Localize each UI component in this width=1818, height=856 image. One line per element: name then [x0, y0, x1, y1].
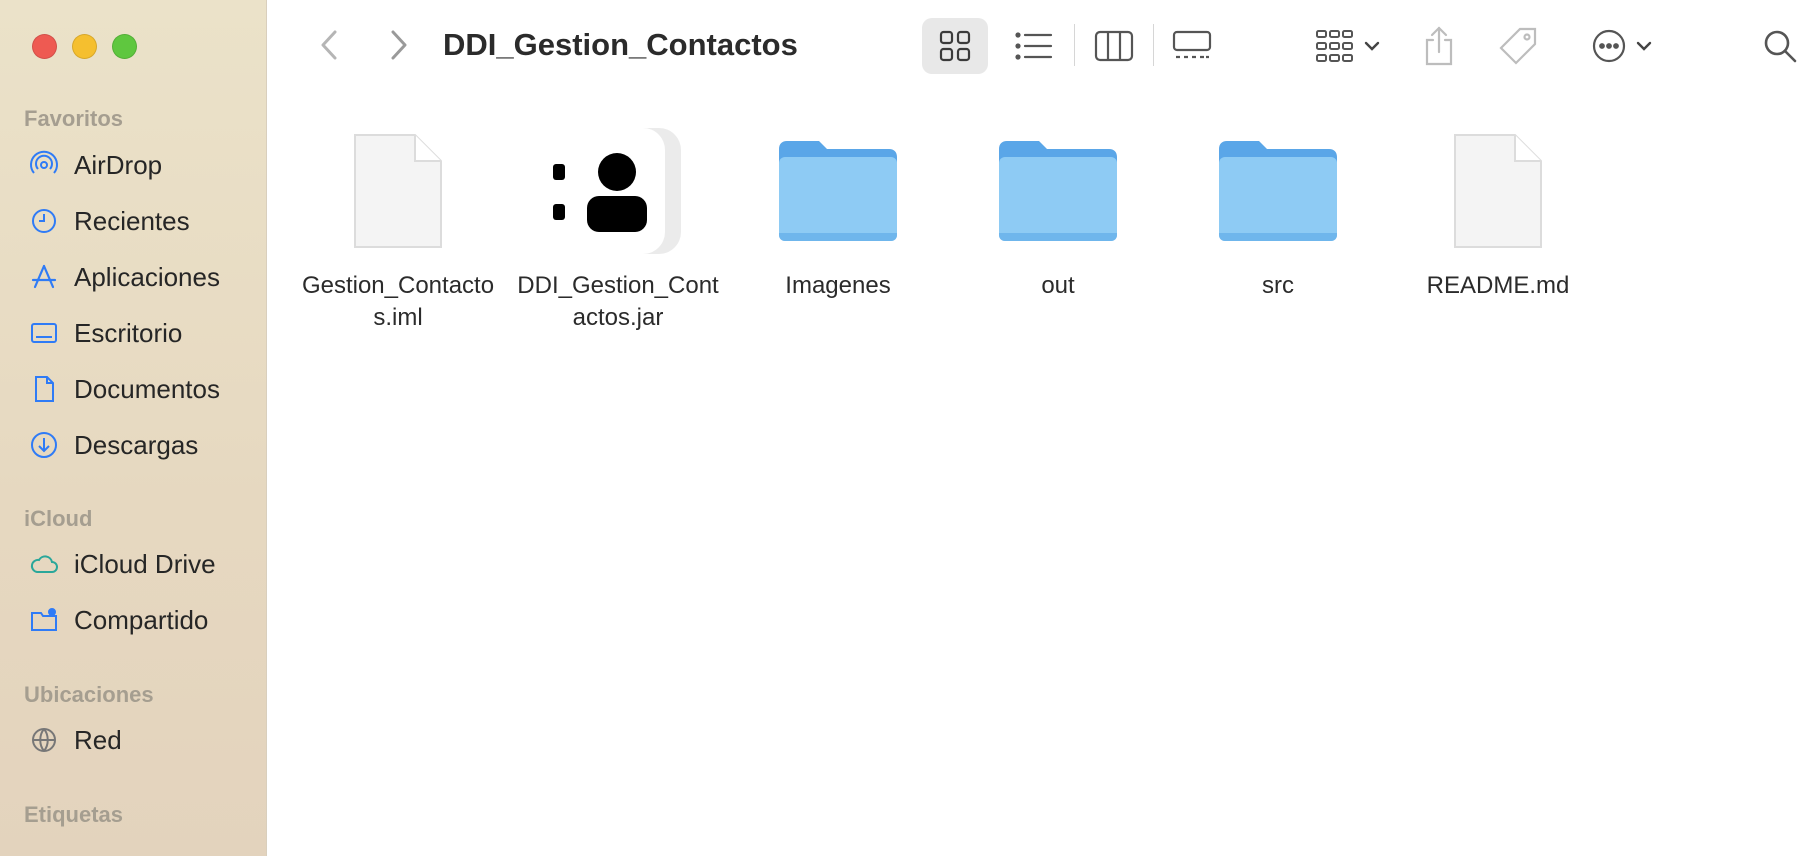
- columns-icon: [1094, 30, 1134, 62]
- folder-name: out: [1041, 272, 1075, 299]
- file-item[interactable]: DDI_Gestion_Contactos.jar: [513, 126, 723, 334]
- file-name: DDI_Gestion_Contactos.jar: [517, 272, 719, 331]
- search-icon: [1764, 30, 1797, 63]
- sidebar-item-label: Documentos: [74, 373, 220, 404]
- sidebar-item-label: iCloud Drive: [74, 548, 216, 579]
- sidebar-item-label: Recientes: [74, 205, 190, 236]
- group-grid-icon: [1316, 30, 1353, 62]
- section-title-locations: Ubicaciones: [24, 682, 154, 707]
- gallery-view-button[interactable]: [1164, 18, 1220, 74]
- sidebar-item-shared[interactable]: Compartido: [28, 598, 208, 642]
- sidebar-item-label: Escritorio: [74, 317, 183, 348]
- finder-window: Favoritos AirDrop Recientes Aplicaciones…: [0, 0, 1818, 856]
- chevron-down-icon: [1636, 41, 1652, 51]
- folder-item[interactable]: out: [953, 126, 1163, 302]
- desktop-icon: [28, 317, 60, 349]
- file-name: README.md: [1426, 272, 1570, 299]
- back-button[interactable]: [309, 24, 349, 66]
- tags-button[interactable]: [1495, 18, 1541, 74]
- toolbar: DDI_Gestion_Contactos: [267, 0, 1818, 90]
- section-title-icloud: iCloud: [24, 506, 93, 531]
- column-view-button[interactable]: [1086, 18, 1142, 74]
- sidebar-item-desktop[interactable]: Escritorio: [28, 311, 182, 355]
- chevron-left-icon: [321, 30, 337, 60]
- folder-item[interactable]: Imagenes: [733, 126, 943, 302]
- window-title: DDI_Gestion_Contactos: [443, 27, 798, 62]
- group-by-button[interactable]: [1308, 18, 1388, 74]
- globe-icon: [28, 724, 60, 756]
- ellipsis-circle-icon: [1592, 29, 1626, 63]
- chevron-down-icon: [1364, 41, 1380, 51]
- share-icon: [1425, 26, 1453, 66]
- section-title-favorites: Favoritos: [24, 106, 124, 131]
- section-title-tags: Etiquetas: [24, 802, 124, 827]
- grid-icon: [939, 30, 971, 62]
- sidebar-item-documents[interactable]: Documentos: [28, 367, 220, 411]
- zoom-window-button[interactable]: [112, 34, 137, 59]
- sidebar-item-label: Red: [74, 724, 122, 755]
- forward-button[interactable]: [379, 24, 419, 66]
- chevron-right-icon: [391, 30, 407, 60]
- share-button[interactable]: [1417, 18, 1461, 74]
- folder-name: Imagenes: [785, 272, 891, 299]
- close-window-button[interactable]: [32, 34, 57, 59]
- file-name: Gestion_Contactos.iml: [301, 272, 495, 331]
- sidebar-item-applications[interactable]: Aplicaciones: [28, 255, 220, 299]
- folder-item[interactable]: src: [1173, 126, 1383, 302]
- airdrop-icon: [28, 149, 60, 181]
- applications-icon: [28, 261, 60, 293]
- sidebar-item-label: AirDrop: [74, 149, 163, 180]
- toolbar-divider: [1074, 24, 1075, 66]
- document-icon: [28, 373, 60, 405]
- gallery-icon: [1172, 30, 1212, 59]
- folder-name: src: [1262, 272, 1294, 299]
- main-content: DDI_Gestion_Contactos Gestion_Contactos.…: [267, 0, 1818, 856]
- sidebar-item-icloud-drive[interactable]: iCloud Drive: [28, 542, 216, 586]
- shared-folder-icon: [28, 604, 60, 636]
- list-icon: [1015, 32, 1053, 60]
- sidebar-item-recents[interactable]: Recientes: [28, 199, 190, 243]
- clock-icon: [28, 205, 60, 237]
- more-actions-button[interactable]: [1582, 18, 1662, 74]
- icon-view-button[interactable]: [922, 18, 988, 74]
- jar-contacts-icon: [548, 126, 688, 256]
- file-item[interactable]: Gestion_Contactos.iml: [293, 126, 503, 334]
- sidebar-item-label: Descargas: [74, 429, 199, 460]
- minimize-window-button[interactable]: [72, 34, 97, 59]
- tag-icon: [1499, 27, 1537, 65]
- list-view-button[interactable]: [1006, 18, 1062, 74]
- sidebar-item-downloads[interactable]: Descargas: [28, 423, 198, 467]
- sidebar-item-network[interactable]: Red: [28, 718, 122, 762]
- folder-icon: [768, 126, 908, 256]
- sidebar-item-label: Aplicaciones: [74, 261, 220, 292]
- download-icon: [28, 429, 60, 461]
- toolbar-divider: [1153, 24, 1154, 66]
- file-item[interactable]: README.md: [1393, 126, 1603, 302]
- document-file-icon: [1428, 126, 1568, 256]
- folder-icon: [988, 126, 1128, 256]
- window-controls: [32, 34, 137, 59]
- sidebar-item-airdrop[interactable]: AirDrop: [28, 143, 162, 187]
- folder-icon: [1208, 126, 1348, 256]
- sidebar-item-label: Compartido: [74, 604, 209, 635]
- document-file-icon: [328, 126, 468, 256]
- cloud-icon: [28, 548, 60, 580]
- sidebar: Favoritos AirDrop Recientes Aplicaciones…: [0, 0, 267, 856]
- search-button[interactable]: [1755, 18, 1805, 74]
